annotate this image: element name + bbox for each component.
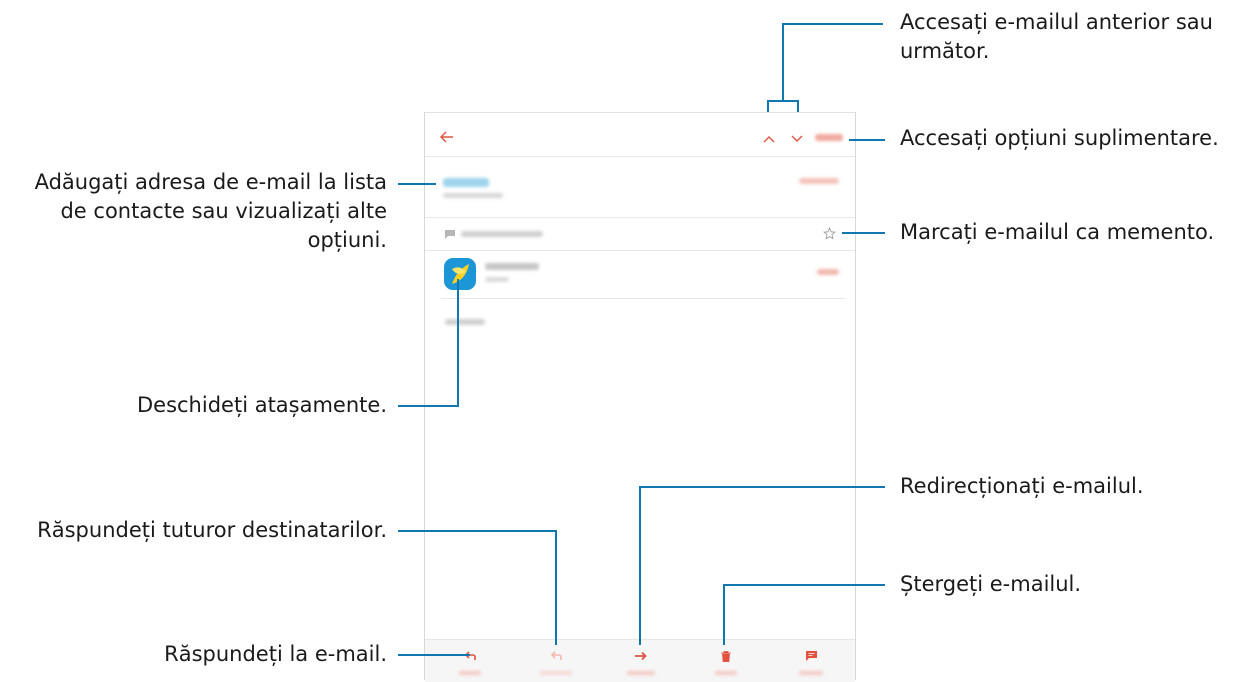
callout-star: Marcați e-mailul ca memento.: [900, 220, 1215, 244]
callout-add-contact: Adăugați adresa de e-mail la lista de co…: [35, 168, 387, 255]
callout-reply-all: Răspundeți tuturor destinatarilor.: [37, 518, 387, 542]
callout-attachments: Deschideți atașamente.: [136, 393, 387, 417]
callout-more-options: Accesați opțiuni suplimentare.: [900, 126, 1219, 150]
callout-forward: Redirecționați e-mailul.: [900, 474, 1144, 498]
callout-reply: Răspundeți la e-mail.: [164, 642, 387, 666]
callout-add-contact-line3: opțiuni.: [307, 228, 387, 252]
callout-delete: Ștergeți e-mailul.: [900, 572, 1082, 596]
callout-add-contact-line1: Adăugați adresa de e-mail la lista: [34, 170, 387, 194]
callout-add-contact-line2: de contacte sau vizualizați alte: [60, 199, 387, 223]
callout-prev-next: Accesați e-mailul anterior sau următor.: [900, 8, 1213, 66]
callout-prev-next-line2: următor.: [900, 39, 990, 63]
callout-prev-next-line1: Accesați e-mailul anterior sau: [900, 10, 1213, 34]
